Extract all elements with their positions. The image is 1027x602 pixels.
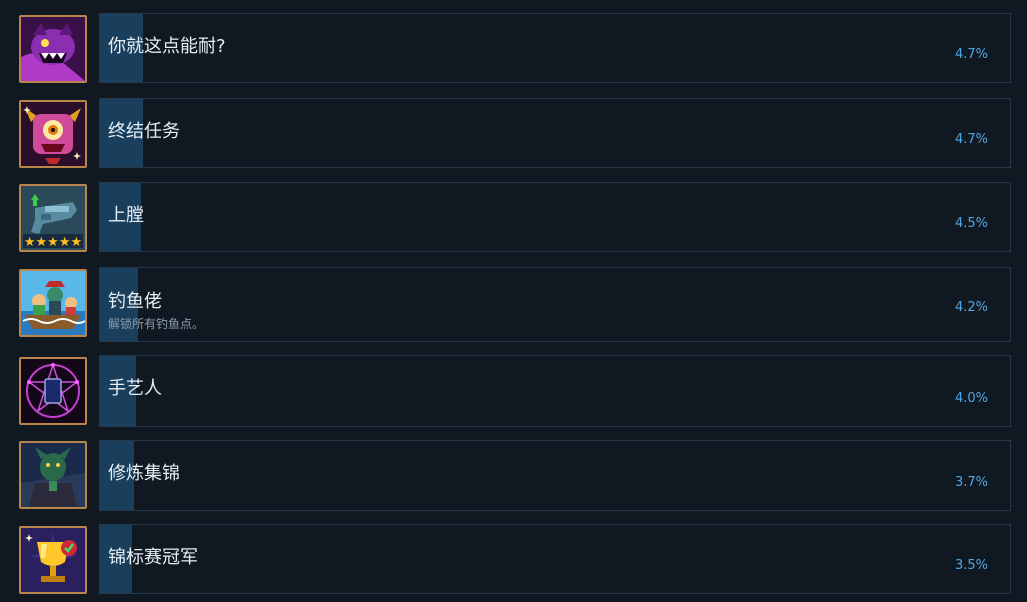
purple-monster-icon [19, 15, 87, 83]
achievement-title: 手艺人 [108, 378, 162, 399]
achievement-row: 手艺人 4.0% [0, 355, 1027, 427]
achievement-row: 你就这点能耐? 4.7% [0, 13, 1027, 83]
achievement-card[interactable]: 手艺人 4.0% [99, 355, 1011, 427]
achievement-title: 你就这点能耐? [108, 36, 226, 57]
achievement-title: 上膛 [108, 205, 144, 226]
achievement-percent: 3.5% [954, 558, 988, 573]
achievement-row: 修炼集锦 3.7% [0, 440, 1027, 511]
achievement-title: 终结任务 [108, 121, 180, 142]
achievement-card[interactable]: 钓鱼佬 解锁所有钓鱼点。 4.2% [99, 267, 1011, 342]
achievement-row: 终结任务 4.7% [0, 98, 1027, 168]
achievement-description: 解锁所有钓鱼点。 [108, 317, 205, 331]
horned-cyclops-icon [19, 100, 87, 168]
achievement-title: 钓鱼佬 [108, 291, 162, 312]
fishing-boat-icon [19, 269, 87, 337]
achievement-row: ★★★★★ 上膛 4.5% [0, 182, 1027, 252]
achievement-card[interactable]: 终结任务 4.7% [99, 98, 1011, 168]
achievement-percent: 4.5% [954, 216, 988, 231]
pentagram-card-icon [19, 357, 87, 425]
svg-text:★★★★★: ★★★★★ [24, 235, 82, 250]
achievement-percent: 4.2% [954, 300, 988, 315]
achievement-row: 钓鱼佬 解锁所有钓鱼点。 4.2% [0, 267, 1027, 342]
achievement-percent: 4.7% [954, 47, 988, 62]
achievement-card[interactable]: 上膛 4.5% [99, 182, 1011, 252]
achievement-row: 锦标赛冠军 3.5% [0, 524, 1027, 594]
achievement-card[interactable]: 你就这点能耐? 4.7% [99, 13, 1011, 83]
achievement-title: 锦标赛冠军 [108, 547, 198, 568]
achievement-title: 修炼集锦 [108, 463, 180, 484]
trophy-icon [19, 526, 87, 594]
achievement-percent: 4.0% [954, 391, 988, 406]
achievement-percent: 3.7% [954, 475, 988, 490]
achievement-percent: 4.7% [954, 132, 988, 147]
dark-warrior-icon [19, 441, 87, 509]
achievement-card[interactable]: 锦标赛冠军 3.5% [99, 524, 1011, 594]
upgraded-gun-icon: ★★★★★ [19, 184, 87, 252]
achievement-card[interactable]: 修炼集锦 3.7% [99, 440, 1011, 511]
